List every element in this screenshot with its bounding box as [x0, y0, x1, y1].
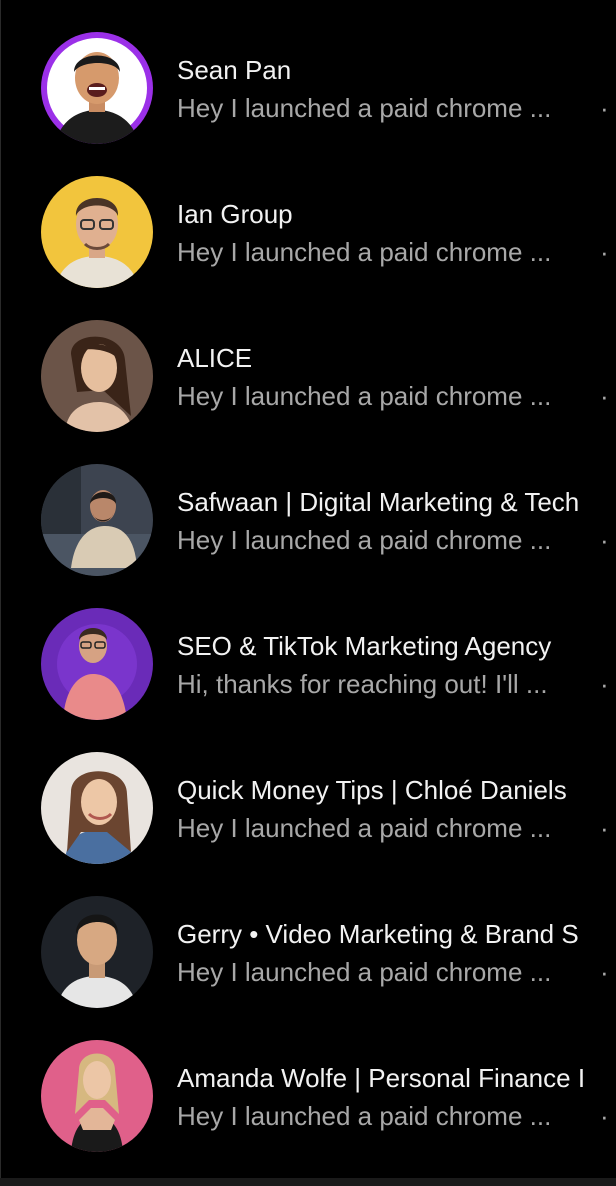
conversation-name: Amanda Wolfe | Personal Finance I: [177, 1063, 586, 1093]
conversation-name: Gerry • Video Marketing & Brand S: [177, 919, 579, 949]
separator-dot: ·: [600, 525, 609, 555]
conversation-list: Sean Pan Hey I launched a paid chrome ..…: [0, 0, 616, 1152]
conversation-name: Sean Pan: [177, 55, 292, 85]
conversation-name: ALICE: [177, 343, 253, 373]
conversation-item-quick-money-tips[interactable]: Quick Money Tips | Chloé Daniels Hey I l…: [0, 720, 616, 864]
message-preview: Hey I launched a paid chrome ...: [177, 93, 552, 123]
message-preview: Hey I launched a paid chrome ...: [177, 237, 552, 267]
avatar[interactable]: [41, 1040, 153, 1152]
message-preview: Hey I launched a paid chrome ...: [177, 381, 552, 411]
separator-dot: ·: [600, 93, 609, 123]
conversation-item-gerry[interactable]: Gerry • Video Marketing & Brand S Hey I …: [0, 864, 616, 1008]
separator-dot: ·: [600, 669, 609, 699]
conversation-item-sean-pan[interactable]: Sean Pan Hey I launched a paid chrome ..…: [0, 0, 616, 144]
separator-dot: ·: [600, 957, 609, 987]
avatar[interactable]: [41, 464, 153, 576]
conversation-name: Quick Money Tips | Chloé Daniels: [177, 775, 567, 805]
avatar[interactable]: [41, 32, 153, 144]
person-avatar-icon: [41, 608, 153, 720]
message-preview: Hey I launched a paid chrome ...: [177, 525, 552, 555]
separator-dot: ·: [600, 1101, 609, 1131]
separator-dot: ·: [600, 813, 609, 843]
person-avatar-icon: [41, 464, 153, 576]
person-avatar-icon: [41, 32, 153, 144]
conversation-name: Safwaan | Digital Marketing & Tech: [177, 487, 580, 517]
avatar[interactable]: [41, 608, 153, 720]
person-avatar-icon: [41, 320, 153, 432]
person-avatar-icon: [41, 1040, 153, 1152]
conversation-name: Ian Group: [177, 199, 293, 229]
conversation-item-ian-group[interactable]: Ian Group Hey I launched a paid chrome .…: [0, 144, 616, 288]
bottom-border: [0, 1178, 616, 1186]
avatar[interactable]: [41, 176, 153, 288]
message-preview: Hey I launched a paid chrome ...: [177, 957, 552, 987]
avatar[interactable]: [41, 752, 153, 864]
conversation-item-safwaan[interactable]: Safwaan | Digital Marketing & Tech Hey I…: [0, 432, 616, 576]
message-preview: Hey I launched a paid chrome ...: [177, 1101, 552, 1131]
avatar[interactable]: [41, 896, 153, 1008]
conversation-item-alice[interactable]: ALICE Hey I launched a paid chrome ... ·: [0, 288, 616, 432]
conversation-item-seo-tiktok-agency[interactable]: SEO & TikTok Marketing Agency Hi, thanks…: [0, 576, 616, 720]
conversation-item-amanda-wolfe[interactable]: Amanda Wolfe | Personal Finance I Hey I …: [0, 1008, 616, 1152]
person-avatar-icon: [41, 176, 153, 288]
conversation-name: SEO & TikTok Marketing Agency: [177, 631, 552, 661]
separator-dot: ·: [600, 381, 609, 411]
message-preview: Hi, thanks for reaching out! I'll ...: [177, 669, 548, 699]
person-avatar-icon: [41, 896, 153, 1008]
person-avatar-icon: [41, 752, 153, 864]
separator-dot: ·: [600, 237, 609, 267]
avatar[interactable]: [41, 320, 153, 432]
message-preview: Hey I launched a paid chrome ...: [177, 813, 552, 843]
